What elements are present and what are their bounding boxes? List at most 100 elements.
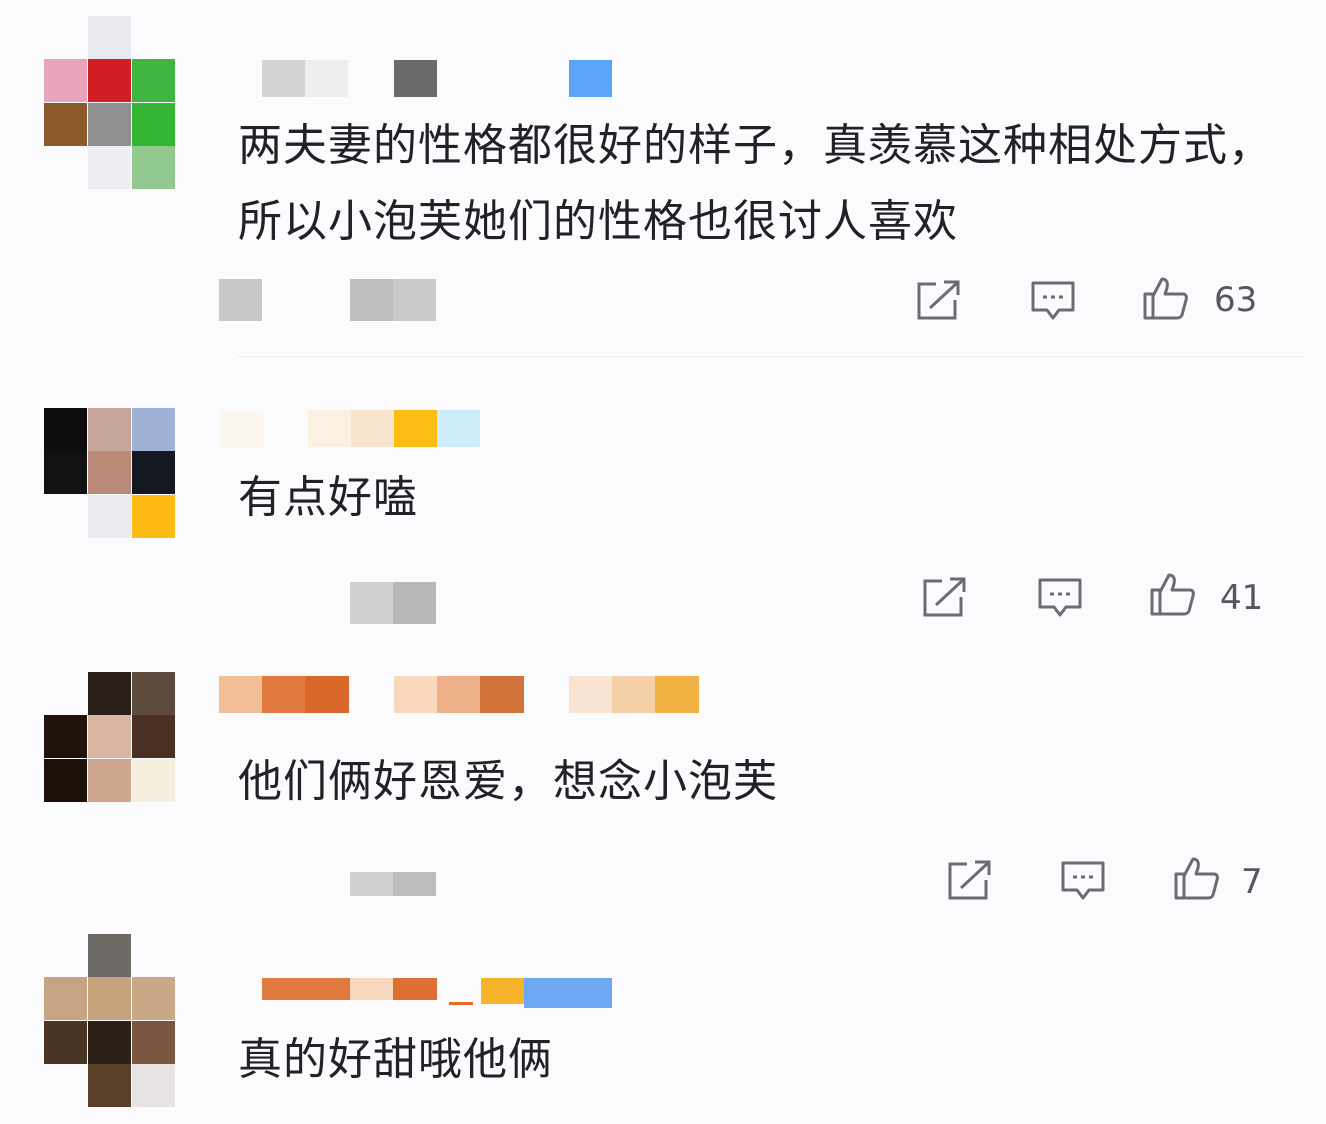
share-button[interactable] — [920, 575, 968, 619]
like-count: 63 — [1214, 280, 1258, 320]
name-block — [262, 978, 350, 1000]
avatar-pixel — [44, 977, 87, 1020]
like-count: 7 — [1241, 862, 1263, 902]
name-block — [524, 978, 612, 1008]
name-block — [351, 410, 394, 447]
name-block — [350, 978, 393, 1000]
avatar-pixel — [88, 1064, 131, 1107]
avatar-pixel — [88, 977, 131, 1020]
avatar-pixel — [88, 451, 131, 494]
timestamp-censored — [350, 866, 440, 908]
name-block — [219, 676, 262, 713]
share-icon — [917, 280, 960, 320]
avatar-pixel — [132, 715, 175, 758]
comment-text: 他们俩好恩爱，想念小泡芙 — [238, 756, 778, 807]
username-censored[interactable] — [220, 410, 482, 447]
avatar-pixel — [88, 146, 131, 189]
avatar-pixel — [132, 1064, 175, 1107]
avatar-pixel — [44, 59, 87, 102]
meta-block — [219, 279, 262, 321]
like-button[interactable] — [1141, 276, 1189, 320]
username-censored[interactable] — [262, 60, 622, 97]
comment-item: 真的好甜哦他俩 — [0, 930, 1326, 1124]
avatar[interactable] — [44, 16, 175, 189]
name-block — [569, 60, 612, 97]
avatar-pixel — [88, 408, 131, 451]
avatar-pixel — [88, 759, 131, 802]
name-block — [393, 978, 437, 1000]
avatar-pixel — [88, 495, 131, 538]
name-block — [305, 676, 349, 713]
avatar-pixel — [132, 59, 175, 102]
avatar-pixel — [88, 16, 131, 59]
name-block — [394, 676, 437, 713]
avatar-pixel — [132, 103, 175, 146]
comment-text: 两夫妻的性格都很好的样子，真羡慕这种相处方式，所以小泡芙她们的性格也很讨人喜欢 — [238, 120, 1273, 247]
name-block — [220, 410, 263, 447]
name-block — [437, 410, 480, 447]
avatar[interactable] — [44, 672, 175, 802]
name-block — [262, 60, 305, 97]
reply-button[interactable] — [1036, 575, 1084, 619]
thumbs-up-icon — [1174, 857, 1219, 900]
meta-block — [393, 582, 436, 624]
share-button[interactable] — [914, 278, 962, 322]
comment-item: 有点好嗑 41 — [0, 360, 1326, 660]
avatar-pixel — [132, 759, 175, 802]
timestamp-censored — [219, 279, 439, 321]
avatar-pixel — [132, 146, 175, 189]
avatar-pixel — [88, 103, 131, 146]
avatar-pixel — [132, 672, 175, 715]
username-censored[interactable] — [219, 676, 701, 713]
avatar-pixel — [132, 495, 175, 538]
name-block — [655, 676, 699, 713]
divider — [238, 356, 1304, 357]
avatar-pixel — [88, 715, 131, 758]
name-block — [480, 676, 524, 713]
avatar-pixel — [88, 1021, 131, 1064]
avatar[interactable] — [44, 934, 175, 1107]
thumbs-up-icon — [1143, 277, 1188, 320]
name-block — [262, 676, 305, 713]
share-button[interactable] — [945, 858, 993, 902]
avatar-pixel — [132, 451, 175, 494]
name-block — [449, 1002, 473, 1005]
comment-icon — [1061, 861, 1105, 900]
avatar-pixel — [88, 934, 131, 977]
avatar-pixel — [132, 408, 175, 451]
username-censored[interactable] — [262, 978, 614, 1015]
avatar-pixel — [44, 408, 87, 451]
comment-text: 有点好嗑 — [238, 472, 418, 523]
avatar[interactable] — [44, 408, 175, 538]
comment-icon — [1038, 578, 1082, 617]
name-block — [394, 410, 437, 447]
like-button[interactable] — [1172, 856, 1220, 900]
share-icon — [948, 860, 991, 900]
avatar-pixel — [44, 715, 87, 758]
name-block — [481, 978, 524, 1004]
meta-block — [350, 279, 393, 321]
thumbs-up-icon — [1150, 573, 1195, 616]
avatar-pixel — [44, 1021, 87, 1064]
meta-block — [393, 872, 436, 896]
like-button[interactable] — [1148, 572, 1196, 616]
reply-button[interactable] — [1059, 858, 1107, 902]
comment-item: 他们俩好恩爱，想念小泡芙 7 — [0, 660, 1326, 930]
name-block — [308, 410, 351, 447]
like-count: 41 — [1220, 578, 1264, 618]
avatar-pixel — [88, 59, 131, 102]
meta-block — [350, 582, 393, 624]
avatar-pixel — [88, 672, 131, 715]
timestamp-censored — [350, 582, 440, 624]
comment-text: 真的好甜哦他俩 — [238, 1034, 553, 1085]
avatar-pixel — [44, 103, 87, 146]
comment-item: 两夫妻的性格都很好的样子，真羡慕这种相处方式，所以小泡芙她们的性格也很讨人喜欢 … — [0, 0, 1326, 360]
avatar-pixel — [132, 977, 175, 1020]
meta-block — [393, 279, 436, 321]
avatar-pixel — [44, 759, 87, 802]
name-block — [612, 676, 655, 713]
avatar-pixel — [132, 1021, 175, 1064]
name-block — [569, 676, 612, 713]
reply-button[interactable] — [1029, 278, 1077, 322]
share-icon — [923, 577, 966, 617]
